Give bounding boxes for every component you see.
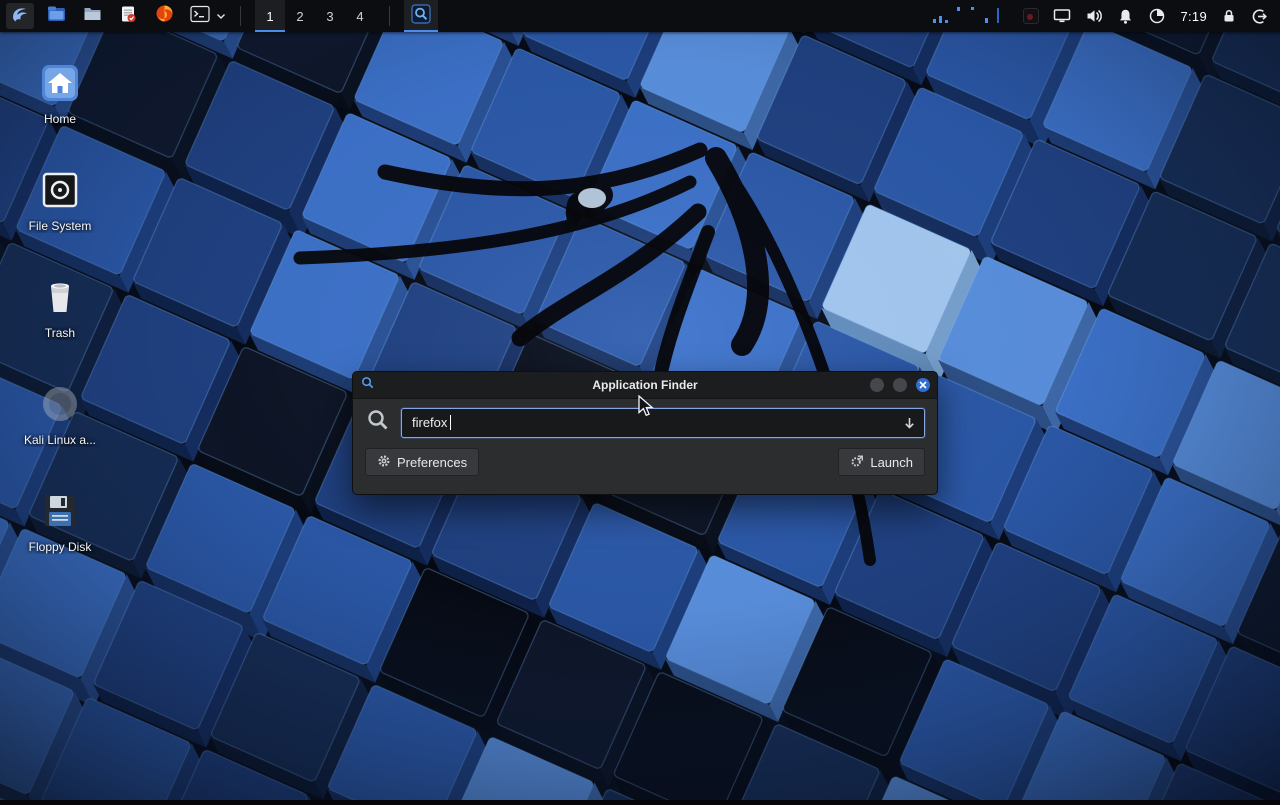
- floppy-disk-icon: [14, 484, 106, 532]
- workspace-4[interactable]: 4: [345, 0, 375, 32]
- launch-label: Launch: [870, 455, 913, 470]
- workspace-3-label: 3: [326, 9, 333, 24]
- file-system-icon: [14, 163, 106, 211]
- firefox-launcher[interactable]: [150, 3, 178, 29]
- taskbar-application-finder[interactable]: [404, 0, 438, 32]
- monitor-graph[interactable]: [931, 3, 1009, 29]
- application-finder-icon: [411, 4, 431, 29]
- desktop-icon-floppy-disk[interactable]: Floppy Disk: [14, 484, 106, 554]
- text-editor-launcher[interactable]: [114, 3, 142, 29]
- launch-button[interactable]: Launch: [838, 448, 925, 476]
- window-app-icon: [360, 375, 375, 395]
- gear-icon: [377, 454, 391, 471]
- desktop-icon-label: Trash: [14, 326, 106, 340]
- volume-icon[interactable]: [1085, 3, 1103, 29]
- file-manager-icon: [47, 4, 66, 28]
- close-icon: [919, 376, 927, 394]
- panel-separator: [389, 6, 390, 26]
- desktop-icon-label: Floppy Disk: [14, 540, 106, 554]
- finder-body: firefox Preferences: [353, 399, 937, 494]
- text-caret: [450, 415, 451, 430]
- desktop-icon-label: Kali Linux a...: [14, 433, 106, 447]
- tray-indicator-icon[interactable]: [1023, 8, 1039, 24]
- desktop-icon-home[interactable]: Home: [14, 56, 106, 126]
- desktop-icon-kali-docs[interactable]: Kali Linux a...: [14, 377, 106, 447]
- workspace-switcher: 1 2 3 4: [255, 0, 375, 32]
- search-query-text: firefox: [412, 415, 447, 430]
- titlebar[interactable]: Application Finder: [353, 372, 937, 399]
- home-icon: [14, 56, 106, 104]
- kali-docs-icon: [14, 377, 106, 425]
- workspace-4-label: 4: [356, 9, 363, 24]
- preferences-button[interactable]: Preferences: [365, 448, 479, 476]
- workspace-1-label: 1: [266, 9, 273, 24]
- clock[interactable]: 7:19: [1180, 9, 1207, 24]
- workspace-1[interactable]: 1: [255, 0, 285, 32]
- top-panel: 1 2 3 4: [0, 0, 1280, 32]
- workspace-2-label: 2: [296, 9, 303, 24]
- folder-icon: [83, 4, 102, 28]
- maximize-button[interactable]: [893, 378, 907, 392]
- lock-icon[interactable]: [1221, 3, 1237, 29]
- dropdown-arrow-icon[interactable]: [902, 416, 917, 436]
- terminal-icon: [190, 5, 210, 28]
- application-finder-window: Application Finder: [352, 371, 938, 495]
- notifications-bell-icon[interactable]: [1117, 3, 1134, 29]
- chevron-down-icon[interactable]: [216, 7, 226, 25]
- desktop-icon-label: File System: [14, 219, 106, 233]
- search-input[interactable]: firefox: [401, 408, 925, 438]
- logout-icon[interactable]: [1251, 3, 1268, 29]
- search-icon: [365, 407, 391, 438]
- window-title: Application Finder: [353, 378, 937, 392]
- desktop-icon-label: Home: [14, 112, 106, 126]
- text-editor-icon: [119, 5, 137, 28]
- file-manager-launcher[interactable]: [42, 3, 70, 29]
- panel-separator: [240, 6, 241, 26]
- preferences-label: Preferences: [397, 455, 467, 470]
- kali-logo-icon: [10, 4, 30, 29]
- terminal-launcher[interactable]: [186, 3, 214, 29]
- minimize-button[interactable]: [870, 378, 884, 392]
- workspace-2[interactable]: 2: [285, 0, 315, 32]
- display-icon[interactable]: [1053, 3, 1071, 29]
- desktop-icon-file-system[interactable]: File System: [14, 163, 106, 233]
- firefox-icon: [155, 4, 174, 28]
- kali-menu-button[interactable]: [6, 3, 34, 29]
- desktop-icon-trash[interactable]: Trash: [14, 270, 106, 340]
- close-button[interactable]: [916, 378, 930, 392]
- workspace-3[interactable]: 3: [315, 0, 345, 32]
- trash-icon: [14, 270, 106, 318]
- launch-icon: [850, 454, 864, 471]
- folder-launcher[interactable]: [78, 3, 106, 29]
- network-icon[interactable]: [1148, 3, 1166, 29]
